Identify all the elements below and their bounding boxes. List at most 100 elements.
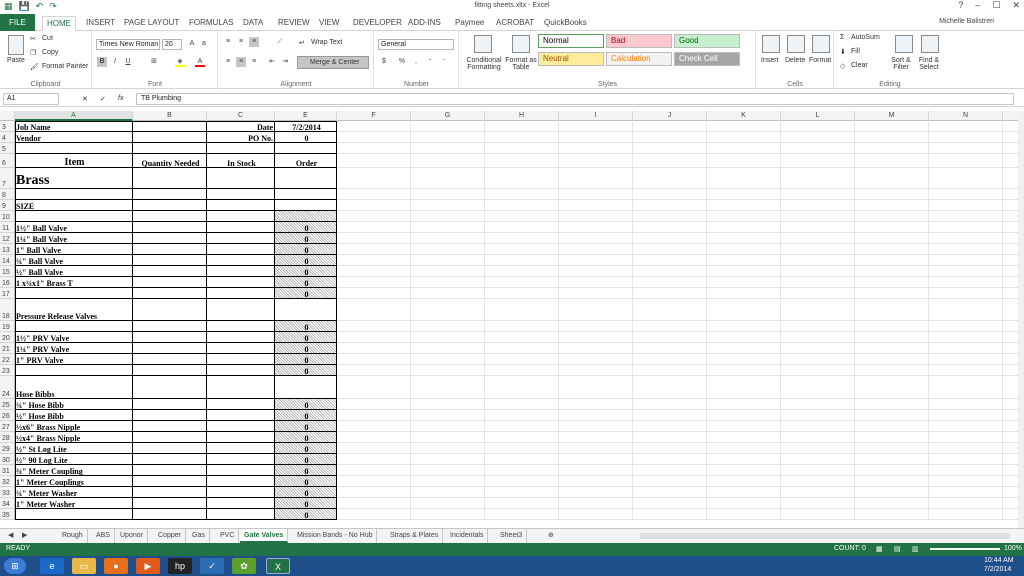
order-value[interactable]: 0 bbox=[275, 487, 337, 498]
horizontal-scrollbar[interactable] bbox=[640, 533, 1010, 539]
firefox-icon[interactable]: ● bbox=[104, 558, 128, 574]
sheet-tab[interactable]: Copper bbox=[154, 529, 186, 543]
row-header[interactable]: 4 bbox=[0, 132, 15, 143]
media-player-icon[interactable]: ▶ bbox=[136, 558, 160, 574]
item-name[interactable]: ½x6" Brass Nipple bbox=[15, 421, 133, 432]
order-value[interactable]: 0 bbox=[275, 399, 337, 410]
row-header[interactable]: 14 bbox=[0, 255, 15, 266]
cancel-icon[interactable]: ✕ bbox=[82, 95, 88, 103]
help-button[interactable]: ? bbox=[958, 0, 963, 11]
vertical-scrollbar[interactable] bbox=[1018, 111, 1024, 528]
sheet-tab[interactable]: Uponor bbox=[116, 529, 148, 543]
delete-cells-icon[interactable] bbox=[787, 35, 805, 53]
item-name[interactable]: ¾" Ball Valve bbox=[15, 255, 133, 266]
tab-home[interactable]: HOME bbox=[42, 16, 76, 32]
increase-decimal-icon[interactable]: ⁺ bbox=[425, 57, 435, 67]
sheet-tab[interactable]: Rough bbox=[58, 529, 88, 543]
orientation-icon[interactable]: ⟋ bbox=[275, 37, 285, 47]
user-name[interactable]: Michelle Balistreri bbox=[939, 18, 994, 25]
tab-view[interactable]: VIEW bbox=[315, 16, 343, 31]
insert-button[interactable]: Insert bbox=[761, 57, 779, 64]
column-header[interactable]: H bbox=[485, 111, 559, 121]
order-value[interactable]: 0 bbox=[275, 454, 337, 465]
item-name[interactable]: ¾" Hose Bibb bbox=[15, 399, 133, 410]
row-header[interactable]: 23 bbox=[0, 365, 15, 376]
column-header[interactable]: F bbox=[337, 111, 411, 121]
font-size-select[interactable]: 20 bbox=[162, 39, 182, 50]
row-header[interactable]: 35 bbox=[0, 509, 15, 520]
shrink-font-icon[interactable]: a bbox=[199, 39, 209, 49]
tab-review[interactable]: REVIEW bbox=[274, 16, 314, 31]
decrease-indent-icon[interactable]: ⇤ bbox=[267, 57, 277, 67]
cut-button[interactable]: Cut bbox=[42, 35, 53, 42]
row-header[interactable]: 22 bbox=[0, 354, 15, 365]
item-name[interactable]: 1" Meter Washer bbox=[15, 498, 133, 509]
insert-cells-icon[interactable] bbox=[762, 35, 780, 53]
item-name[interactable]: 1½" PRV Valve bbox=[15, 332, 133, 343]
order-value[interactable]: 0 bbox=[275, 343, 337, 354]
row-header[interactable]: 27 bbox=[0, 421, 15, 432]
grow-font-icon[interactable]: A bbox=[187, 39, 197, 49]
format-button[interactable]: Format bbox=[809, 57, 831, 64]
quantity-header[interactable]: Quantity Needed bbox=[133, 154, 207, 168]
sheet-tab[interactable]: Gas bbox=[188, 529, 210, 543]
date-value[interactable]: 7/2/2014 bbox=[275, 121, 337, 132]
column-header[interactable]: N bbox=[929, 111, 1003, 121]
autosum-button[interactable]: AutoSum bbox=[851, 34, 880, 41]
align-middle-icon[interactable]: ≡ bbox=[236, 37, 246, 47]
select-all-corner[interactable] bbox=[0, 111, 15, 121]
order-value[interactable]: 0 bbox=[275, 222, 337, 233]
row-header[interactable]: 8 bbox=[0, 189, 15, 200]
order-value[interactable]: 0 bbox=[275, 233, 337, 244]
column-header[interactable]: M bbox=[855, 111, 929, 121]
zoom-slider[interactable] bbox=[930, 548, 1000, 550]
prev-sheet-icon[interactable]: ◀ bbox=[4, 529, 17, 543]
column-header[interactable]: E bbox=[275, 111, 337, 121]
comma-icon[interactable]: , bbox=[411, 57, 421, 67]
row-header[interactable]: 26 bbox=[0, 410, 15, 421]
tab-formulas[interactable]: FORMULAS bbox=[185, 16, 237, 31]
conditional-formatting-icon[interactable] bbox=[474, 35, 492, 53]
po-label[interactable]: PO No. bbox=[207, 132, 275, 143]
sort-filter-button[interactable]: Sort & Filter bbox=[891, 57, 911, 71]
item-name[interactable]: 1¼" PRV Valve bbox=[15, 343, 133, 354]
item-name[interactable]: ¾" Meter Washer bbox=[15, 487, 133, 498]
find-select-button[interactable]: Find & Select bbox=[917, 57, 941, 71]
order-value[interactable]: 0 bbox=[275, 288, 337, 299]
item-name[interactable]: 1" Meter Couplings bbox=[15, 476, 133, 487]
explorer-icon[interactable]: ▭ bbox=[72, 558, 96, 574]
cell-style-5[interactable]: Check Cell bbox=[674, 52, 740, 66]
column-header[interactable]: G bbox=[411, 111, 485, 121]
date-label[interactable]: Date bbox=[207, 121, 275, 132]
excel-taskbar-icon[interactable]: X bbox=[266, 558, 290, 574]
sheet-tab[interactable]: Sheet3 bbox=[496, 529, 528, 543]
row-header[interactable]: 24 bbox=[0, 376, 15, 399]
normal-view-icon[interactable]: ▦ bbox=[876, 545, 883, 553]
game-app-icon[interactable]: ✿ bbox=[232, 558, 256, 574]
align-top-icon[interactable]: ≡ bbox=[223, 37, 233, 47]
sheet-tab[interactable]: Incidentals bbox=[446, 529, 489, 543]
insert-function-icon[interactable]: fx bbox=[118, 95, 123, 102]
ie-icon[interactable]: e bbox=[40, 558, 64, 574]
find-select-icon[interactable] bbox=[921, 35, 939, 53]
row-header[interactable]: 28 bbox=[0, 432, 15, 443]
item-name[interactable]: ½" Ball Valve bbox=[15, 266, 133, 277]
zoom-level[interactable]: 100% bbox=[1004, 545, 1022, 552]
tab-page-layout[interactable]: PAGE LAYOUT bbox=[120, 16, 183, 31]
sheet-tab[interactable]: Mission Bands - No Hub bbox=[293, 529, 378, 543]
page-break-view-icon[interactable]: ▥ bbox=[912, 545, 919, 553]
sheet-tab[interactable]: Gate Valves bbox=[240, 529, 289, 543]
order-cell[interactable] bbox=[275, 211, 337, 222]
row-header[interactable]: 29 bbox=[0, 443, 15, 454]
row-header[interactable]: 30 bbox=[0, 454, 15, 465]
item-name[interactable]: 1 x¾x1" Brass T bbox=[15, 277, 133, 288]
enter-icon[interactable]: ✓ bbox=[100, 95, 106, 103]
new-sheet-icon[interactable]: ⊕ bbox=[544, 529, 558, 543]
vendor-label[interactable]: Vendor bbox=[15, 132, 133, 143]
bold-button[interactable]: B bbox=[97, 57, 107, 67]
cell-style-3[interactable]: Neutral bbox=[538, 52, 604, 66]
name-box[interactable]: A1 bbox=[3, 93, 59, 105]
order-value[interactable]: 0 bbox=[275, 354, 337, 365]
borders-icon[interactable]: ⊞ bbox=[149, 57, 159, 67]
column-header[interactable]: I bbox=[559, 111, 633, 121]
